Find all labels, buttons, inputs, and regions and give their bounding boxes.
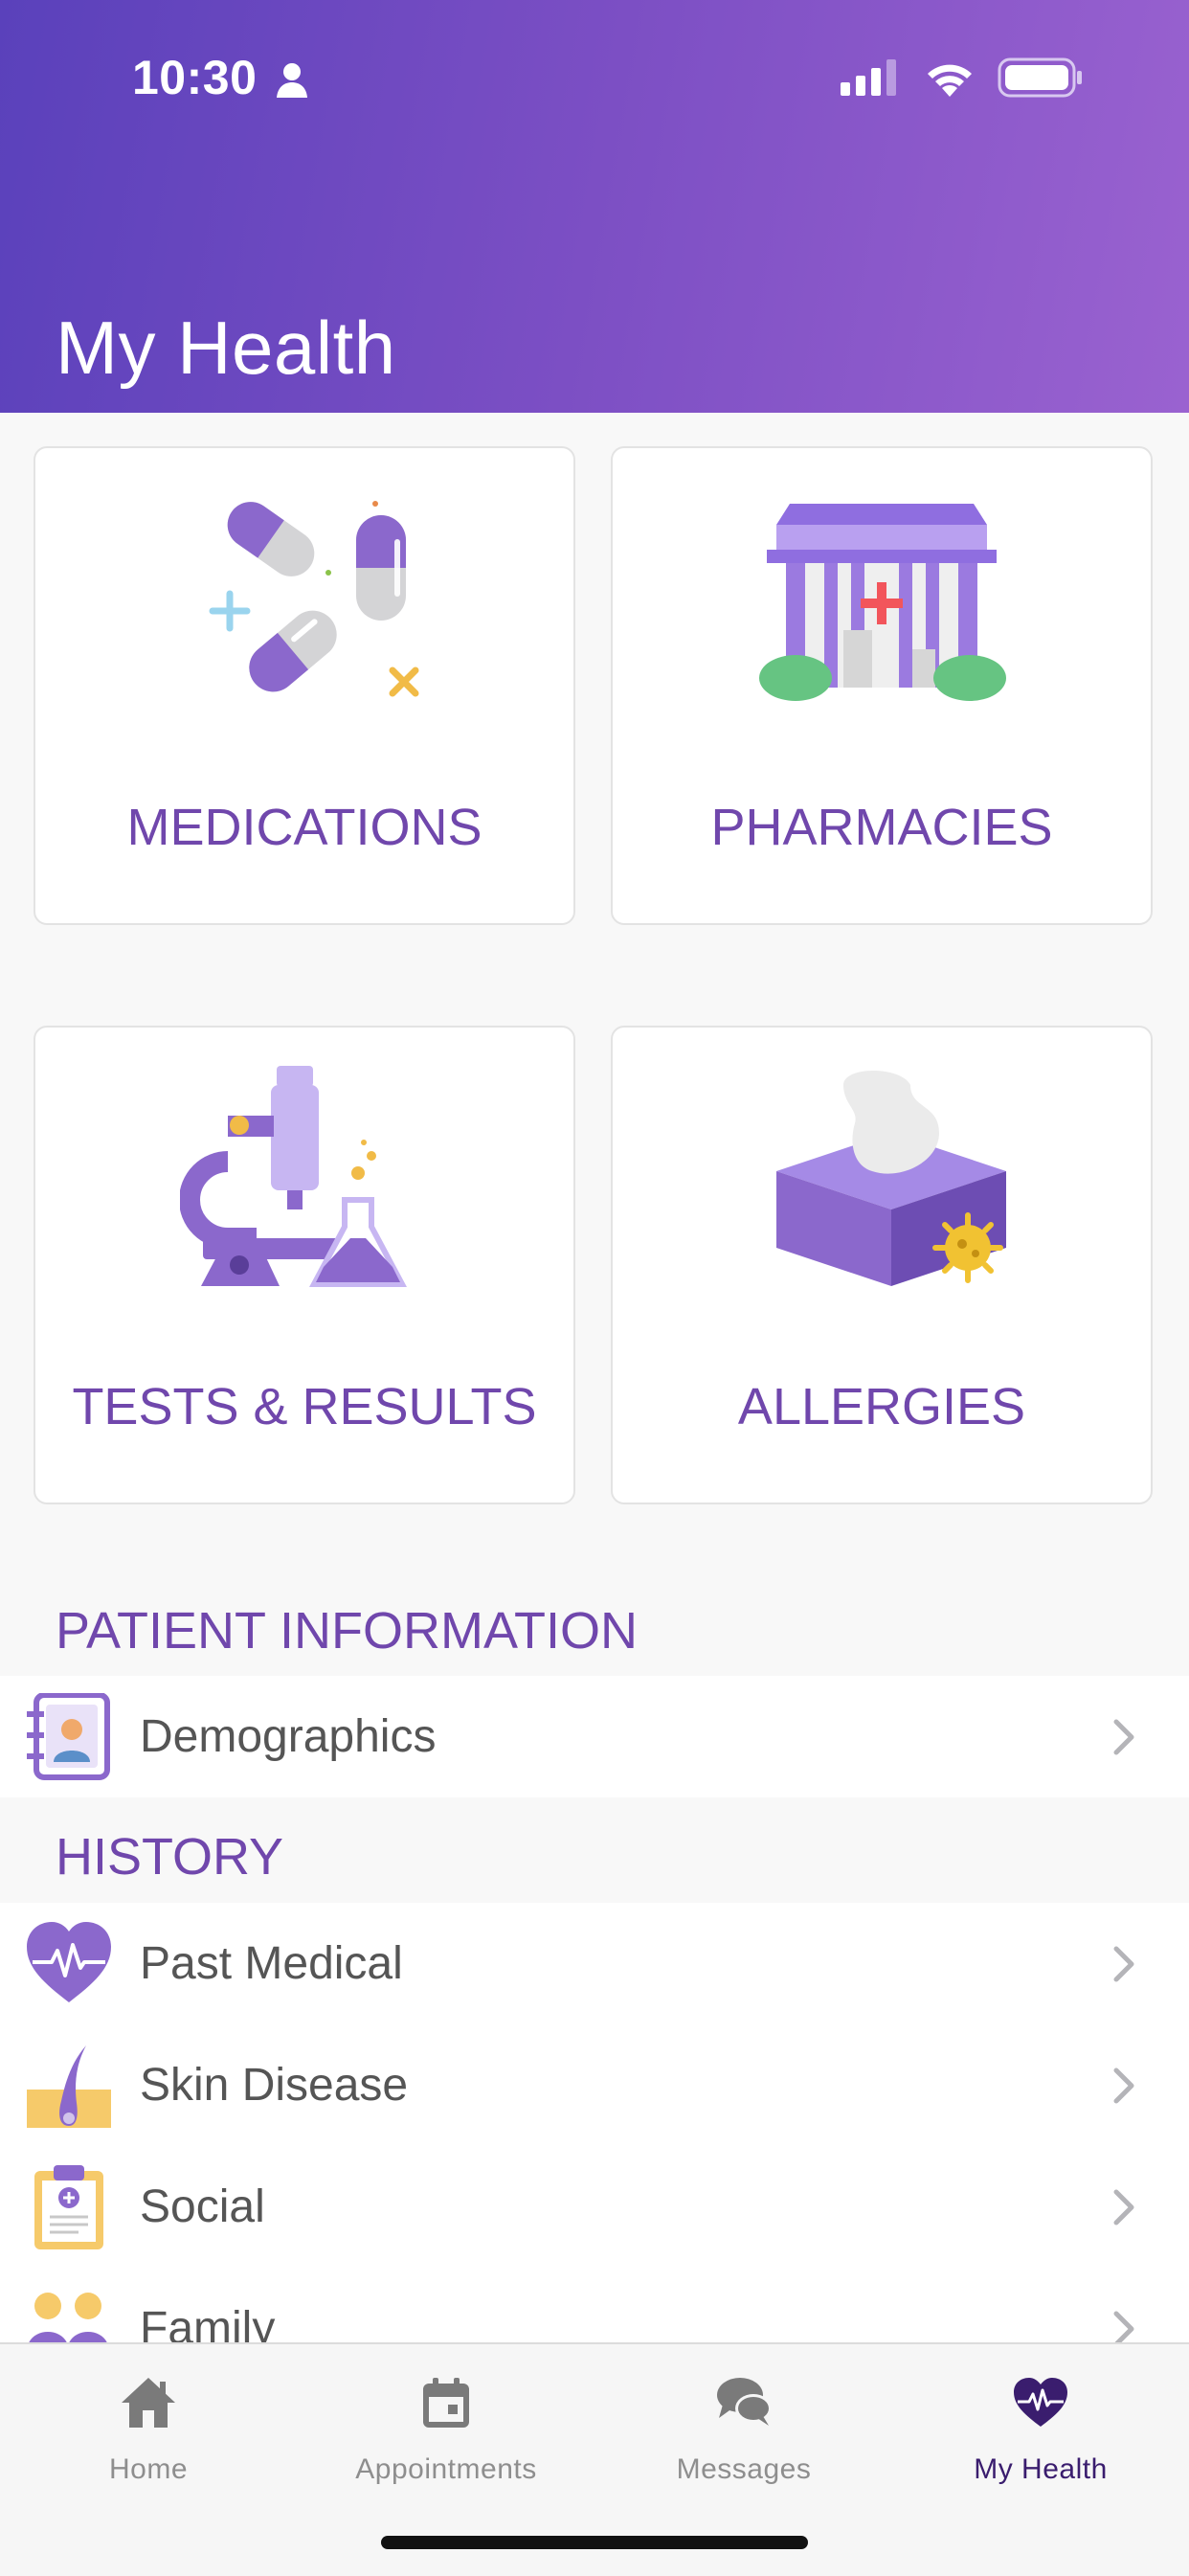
list-item-skin-disease[interactable]: Skin Disease: [0, 2024, 1189, 2146]
tab-my-health[interactable]: My Health: [897, 2369, 1184, 2486]
allergies-card[interactable]: ALLERGIES: [611, 1026, 1153, 1504]
list-item-past-medical[interactable]: Past Medical: [0, 1903, 1189, 2024]
contact-card-icon: [25, 1692, 113, 1781]
card-label: TESTS & RESULTS: [72, 1378, 537, 1435]
tab-label: Messages: [676, 2453, 812, 2485]
tab-appointments[interactable]: Appointments: [303, 2369, 590, 2486]
card-label: PHARMACIES: [710, 799, 1053, 856]
home-icon: [5, 2369, 292, 2436]
battery-icon: [998, 57, 1084, 102]
pharmacy-building-icon: [613, 486, 1151, 716]
pills-icon: [35, 486, 573, 716]
skin-hair-icon: [25, 2042, 113, 2130]
patient-information-title: PATIENT INFORMATION: [56, 1602, 639, 1660]
medications-card[interactable]: MEDICATIONS: [34, 446, 575, 925]
header: 10:30 My Health: [0, 0, 1189, 413]
chevron-right-icon: [1112, 2310, 1135, 2342]
tab-label: Home: [108, 2453, 189, 2485]
history-title: HISTORY: [56, 1828, 284, 1886]
row-label: Demographics: [140, 1711, 437, 1762]
tab-messages[interactable]: Messages: [600, 2369, 887, 2486]
card-label: MEDICATIONS: [126, 799, 482, 856]
row-label: Family: [140, 2303, 276, 2342]
status-time: 10:30: [132, 51, 258, 104]
tests-results-card[interactable]: TESTS & RESULTS: [34, 1026, 575, 1504]
patient-information-list: Demographics: [0, 1676, 1189, 1797]
chevron-right-icon: [1112, 1718, 1135, 1761]
tab-label: My Health: [974, 2453, 1108, 2485]
tab-home[interactable]: Home: [5, 2369, 292, 2486]
family-icon: [25, 2285, 113, 2342]
chevron-right-icon: [1112, 2067, 1135, 2110]
chat-bubbles-icon: [600, 2369, 887, 2436]
home-indicator[interactable]: [381, 2536, 808, 2549]
clipboard-icon: [25, 2163, 113, 2251]
microscope-icon: [35, 1066, 573, 1296]
signal-icon: [841, 59, 902, 101]
person-icon: [276, 61, 308, 104]
row-label: Skin Disease: [140, 2060, 409, 2111]
row-label: Past Medical: [140, 1938, 403, 1989]
tab-label: Appointments: [355, 2453, 537, 2485]
tissue-box-icon: [613, 1066, 1151, 1296]
heartbeat-heart-icon: [897, 2369, 1184, 2436]
status-icons: [841, 57, 1084, 102]
history-list: Past Medical Skin Disease Social Family: [0, 1903, 1189, 2342]
list-item-demographics[interactable]: Demographics: [0, 1676, 1189, 1797]
list-item-social[interactable]: Social: [0, 2146, 1189, 2268]
calendar-icon: [303, 2369, 590, 2436]
pharmacies-card[interactable]: PHARMACIES: [611, 446, 1153, 925]
list-item-family[interactable]: Family: [0, 2268, 1189, 2342]
row-label: Social: [140, 2181, 265, 2232]
chevron-right-icon: [1112, 1945, 1135, 1988]
heartbeat-icon: [25, 1920, 113, 2008]
card-label: ALLERGIES: [737, 1378, 1026, 1435]
page-title: My Health: [56, 305, 396, 390]
wifi-icon: [923, 58, 976, 102]
chevron-right-icon: [1112, 2188, 1135, 2231]
